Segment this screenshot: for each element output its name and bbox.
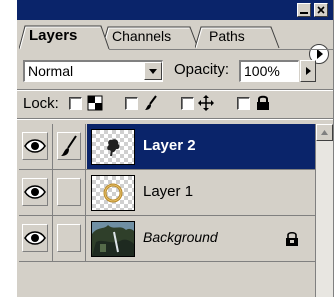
splash-icon: [107, 139, 120, 157]
divider: [17, 118, 333, 120]
palette-frame: Channels Paths Layers Normal Opacity: 10…: [16, 0, 334, 297]
close-icon: [317, 6, 325, 14]
lock-image-checkbox[interactable]: [125, 97, 138, 110]
layer-content[interactable]: Background: [87, 216, 315, 261]
tab-bar: Channels Paths Layers: [17, 20, 333, 64]
visibility-toggle[interactable]: [19, 216, 53, 261]
eye-icon: [24, 231, 46, 245]
chevron-right-icon: [306, 67, 311, 75]
layer-name: Layer 2: [143, 137, 196, 154]
layer-name: Background: [143, 229, 218, 245]
lock-icon: [257, 95, 269, 110]
lock-all-checkbox[interactable]: [237, 97, 250, 110]
layer-row[interactable]: Layer 2: [19, 124, 315, 170]
layer-link-toggle[interactable]: [54, 170, 86, 215]
landscape-thumbnail: [92, 222, 134, 256]
lock-icon: [286, 231, 298, 246]
tab-layers-label: Layers: [29, 27, 78, 44]
layer-content[interactable]: Layer 2: [87, 124, 315, 169]
lock-position-checkbox[interactable]: [181, 97, 194, 110]
blend-mode-dropdown-button[interactable]: [144, 62, 162, 80]
lock-transparency-checkbox[interactable]: [69, 97, 82, 110]
palette-titlebar[interactable]: [17, 0, 333, 20]
eye-icon: [24, 139, 46, 153]
lock-label: Lock:: [23, 95, 59, 112]
minimize-icon: [300, 12, 308, 14]
layers-list: Layer 2 Layer 1 Background: [19, 124, 315, 297]
brush-icon: [61, 135, 77, 156]
layer-row[interactable]: Background: [19, 216, 315, 262]
layers-palette: Channels Paths Layers Normal Opacity: 10…: [0, 0, 336, 297]
opacity-input[interactable]: 100%: [239, 60, 299, 82]
layers-scrollbar[interactable]: [315, 124, 333, 297]
chevron-down-icon: [149, 69, 157, 74]
tab-channels[interactable]: Channels: [102, 26, 204, 49]
tab-paths[interactable]: Paths: [195, 26, 285, 49]
layer-thumbnail: [91, 221, 135, 257]
visibility-toggle[interactable]: [19, 124, 53, 169]
brush-icon: [145, 95, 157, 110]
tab-layers[interactable]: Layers: [19, 25, 115, 50]
opacity-label: Opacity:: [174, 61, 230, 78]
tab-divider: [109, 49, 333, 50]
layer-thumbnail: [91, 129, 135, 165]
opacity-slider-button[interactable]: [300, 60, 316, 82]
layer-content[interactable]: Layer 1: [87, 170, 315, 215]
divider: [17, 89, 333, 91]
layer-thumbnail: [91, 175, 135, 211]
layer-link-toggle[interactable]: [54, 216, 86, 261]
tab-channels-label: Channels: [112, 28, 172, 44]
minimize-button[interactable]: [297, 3, 311, 17]
scroll-up-button[interactable]: [316, 124, 333, 141]
move-icon: [198, 95, 214, 111]
blend-mode-dropdown[interactable]: Normal: [23, 60, 163, 82]
ring-icon: [103, 183, 123, 203]
chevron-up-icon: [321, 130, 328, 135]
tab-paths-label: Paths: [209, 28, 245, 44]
close-button[interactable]: [314, 3, 328, 17]
blend-mode-value: Normal: [28, 63, 74, 79]
layer-link-toggle[interactable]: [54, 124, 86, 169]
eye-icon: [24, 185, 46, 199]
layer-row[interactable]: Layer 1: [19, 170, 315, 216]
transparency-icon: [87, 95, 103, 111]
visibility-toggle[interactable]: [19, 170, 53, 215]
layer-name: Layer 1: [143, 183, 194, 200]
